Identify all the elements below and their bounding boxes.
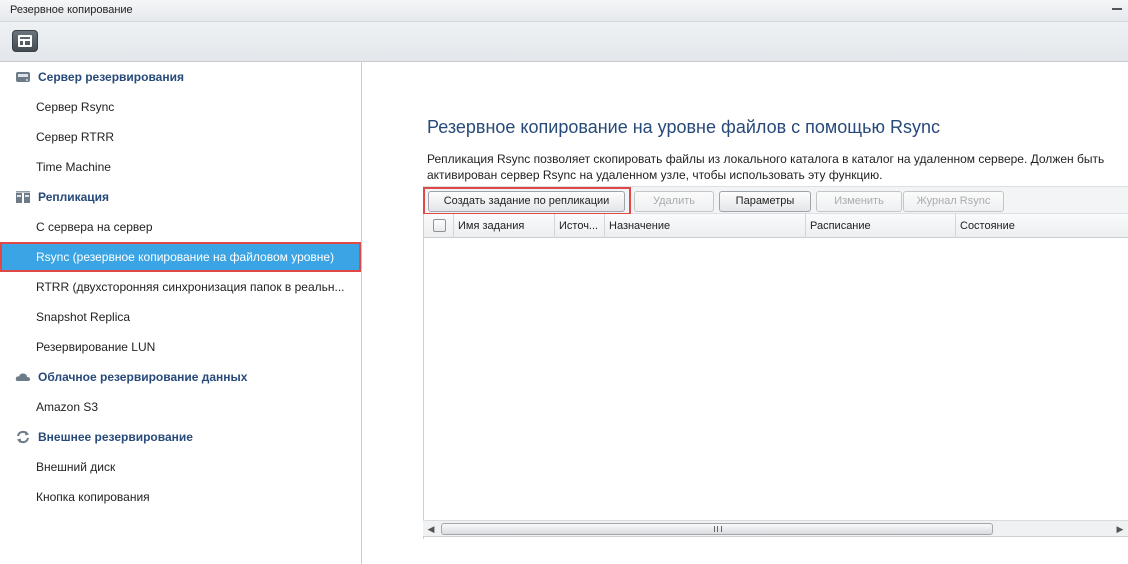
sidebar-item-rsync-server[interactable]: Сервер Rsync bbox=[0, 92, 361, 122]
layout-toggle-button[interactable] bbox=[12, 30, 38, 52]
replication-icon bbox=[16, 191, 30, 203]
sidebar-item-rtrr-server[interactable]: Сервер RTRR bbox=[0, 122, 361, 152]
select-all-column bbox=[424, 214, 454, 238]
horizontal-scrollbar[interactable]: ◀ ▶ bbox=[423, 520, 1128, 537]
window-titlebar: Резервное копирование bbox=[0, 0, 1128, 22]
sidebar-item-amazon-s3[interactable]: Amazon S3 bbox=[0, 392, 361, 422]
parameters-button[interactable]: Параметры bbox=[719, 191, 811, 212]
column-schedule[interactable]: Расписание bbox=[806, 214, 956, 238]
table-header: Имя задания Источ... Назначение Расписан… bbox=[424, 214, 1128, 238]
page-description: Репликация Rsync позволяет скопировать ф… bbox=[427, 152, 1105, 182]
sidebar-item-copy-button[interactable]: Кнопка копирования bbox=[0, 482, 361, 512]
scroll-left-icon[interactable]: ◀ bbox=[426, 524, 436, 534]
scrollbar-thumb[interactable] bbox=[441, 523, 993, 535]
sidebar-group-replication[interactable]: Репликация bbox=[0, 182, 361, 212]
sidebar-item-snapshot-replica[interactable]: Snapshot Replica bbox=[0, 302, 361, 332]
sidebar-group-label: Сервер резервирования bbox=[38, 70, 184, 84]
cloud-icon bbox=[15, 373, 31, 381]
scroll-right-icon[interactable]: ▶ bbox=[1115, 524, 1125, 534]
grip-icon bbox=[714, 526, 722, 532]
toolbar bbox=[0, 22, 1128, 62]
sidebar-item-rtrr[interactable]: RTRR (двухсторонняя синхронизация папок … bbox=[0, 272, 361, 302]
main-panel: Резервное копирование на уровне файлов с… bbox=[362, 62, 1128, 564]
server-icon bbox=[16, 72, 30, 82]
sync-icon bbox=[17, 430, 29, 444]
column-job-name[interactable]: Имя задания bbox=[454, 214, 555, 238]
jobs-table: Имя задания Источ... Назначение Расписан… bbox=[423, 214, 1128, 539]
column-status[interactable]: Состояние bbox=[956, 214, 1128, 238]
page-title: Резервное копирование на уровне файлов с… bbox=[427, 117, 940, 137]
sidebar-group-label: Облачное резервирование данных bbox=[38, 370, 248, 384]
rsync-log-button[interactable]: Журнал Rsync bbox=[903, 191, 1004, 212]
delete-button[interactable]: Удалить bbox=[634, 191, 714, 212]
sidebar-item-server-to-server[interactable]: С сервера на сервер bbox=[0, 212, 361, 242]
sidebar-group-external-backup[interactable]: Внешнее резервирование bbox=[0, 422, 361, 452]
minimize-icon[interactable] bbox=[1112, 4, 1122, 14]
sidebar-item-time-machine[interactable]: Time Machine bbox=[0, 152, 361, 182]
sidebar-item-external-disk[interactable]: Внешний диск bbox=[0, 452, 361, 482]
edit-button[interactable]: Изменить bbox=[816, 191, 902, 212]
column-destination[interactable]: Назначение bbox=[605, 214, 806, 238]
highlight-box bbox=[423, 187, 631, 215]
window-title: Резервное копирование bbox=[10, 4, 133, 16]
sidebar-group-label: Репликация bbox=[38, 190, 110, 204]
sidebar-group-backup-server[interactable]: Сервер резервирования bbox=[0, 62, 361, 92]
sidebar: Сервер резервирования Сервер Rsync Серве… bbox=[0, 62, 362, 564]
layout-icon bbox=[18, 35, 32, 47]
select-all-checkbox[interactable] bbox=[433, 219, 446, 232]
sidebar-item-lun-backup[interactable]: Резервирование LUN bbox=[0, 332, 361, 362]
sidebar-item-rsync-active[interactable]: Rsync (резервное копирование на файловом… bbox=[0, 242, 361, 272]
sidebar-group-cloud-backup[interactable]: Облачное резервирование данных bbox=[0, 362, 361, 392]
sidebar-group-label: Внешнее резервирование bbox=[38, 430, 193, 444]
action-bar: Создать задание по репликации Удалить Па… bbox=[423, 186, 1128, 215]
column-source[interactable]: Источ... bbox=[555, 214, 605, 238]
